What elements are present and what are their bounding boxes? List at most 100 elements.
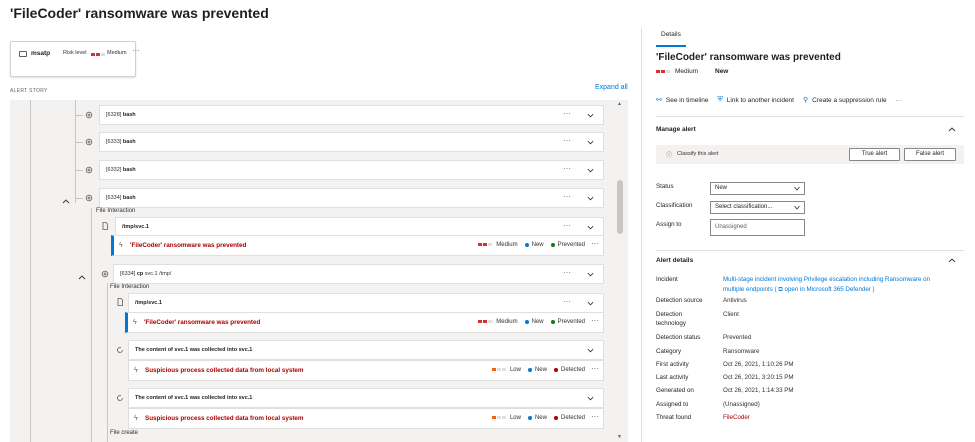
alert-meta: Low New Detected: [491, 415, 585, 421]
collect-icon: [116, 394, 124, 402]
expand-all-link[interactable]: Expand all: [595, 84, 628, 91]
gear-icon: [101, 270, 109, 278]
threat-found-label: Threat found: [656, 414, 692, 421]
story-scrollbar[interactable]: ▲ ▼: [616, 100, 624, 442]
threat-found-value[interactable]: FileCoder: [723, 413, 750, 422]
detection-status-label: Detection status: [656, 334, 701, 341]
alert-details-header[interactable]: Alert details: [656, 257, 693, 264]
event-node[interactable]: The content of svc.1 was collected into …: [128, 340, 604, 360]
status-label: Status: [656, 183, 674, 190]
device-name[interactable]: msatp: [31, 50, 50, 57]
risk-value: Medium: [107, 50, 127, 56]
alert-row[interactable]: ϟ 'FileCoder' ransomware was prevented M…: [125, 312, 604, 333]
chevron-down-icon[interactable]: [587, 271, 594, 278]
assigned-to-label: Assigned to: [656, 401, 689, 408]
action-label: Create a suppression rule: [812, 96, 887, 104]
severity-bars: [656, 68, 671, 75]
event-node[interactable]: The content of svc.1 was collected into …: [128, 388, 604, 408]
process-node[interactable]: [6334] bash ···: [99, 188, 604, 208]
status-dot: [527, 416, 532, 420]
status-dot: [524, 243, 529, 247]
chevron-down-icon: [794, 186, 800, 191]
chevron-down-icon[interactable]: [587, 139, 594, 146]
collapse-caret-icon[interactable]: [78, 274, 86, 280]
alert-title[interactable]: Suspicious process collected data from l…: [145, 415, 304, 422]
classification-select[interactable]: Select classification...: [710, 201, 805, 214]
chevron-down-icon[interactable]: [587, 167, 594, 174]
see-in-timeline-button[interactable]: ⚯ See in timeline: [656, 96, 709, 105]
alert-determination: Detected: [560, 367, 585, 373]
collapse-caret-icon[interactable]: [948, 257, 956, 263]
chevron-down-icon[interactable]: [587, 195, 594, 202]
process-label: [6332] bash: [106, 167, 136, 173]
classification-label: Classification: [656, 202, 693, 209]
collapse-caret-icon[interactable]: [62, 198, 70, 204]
more-options-icon[interactable]: ···: [563, 109, 571, 118]
section-label: File Interaction: [96, 208, 136, 214]
process-node[interactable]: [6332] bash ···: [99, 160, 604, 180]
generated-on-value: Oct 26, 2021, 1:14:33 PM: [723, 387, 794, 394]
false-alert-button[interactable]: False alert: [904, 148, 956, 161]
action-bar: ⚯ See in timeline ⛨ Link to another incide…: [656, 96, 911, 104]
alert-row[interactable]: ϟ 'FileCoder' ransomware was prevented M…: [111, 235, 604, 256]
device-card[interactable]: msatp Risk level Medium ···: [10, 41, 140, 77]
status-dot: [527, 368, 532, 372]
more-options-icon[interactable]: ···: [591, 316, 599, 325]
scroll-thumb[interactable]: [617, 180, 623, 234]
alert-lightning-icon: ϟ: [134, 367, 138, 374]
detection-technology-value: Client: [723, 311, 739, 318]
more-options-icon[interactable]: ···: [563, 297, 571, 306]
laptop-icon: [19, 51, 27, 57]
alert-row[interactable]: ϟ Suspicious process collected data from…: [128, 360, 604, 381]
alert-severity: Low: [509, 415, 521, 421]
tab-details[interactable]: Details: [661, 31, 681, 38]
alert-title[interactable]: 'FileCoder' ransomware was prevented: [144, 319, 260, 326]
chevron-down-icon[interactable]: [587, 112, 594, 119]
scroll-up-icon[interactable]: ▲: [617, 101, 622, 107]
process-node[interactable]: [6333] bash ···: [99, 132, 604, 152]
gear-icon: [85, 111, 93, 119]
true-alert-button[interactable]: True alert: [849, 148, 900, 161]
link-incident-button[interactable]: ⛨ Link to another incident: [718, 96, 794, 104]
alert-title[interactable]: 'FileCoder' ransomware was prevented: [130, 242, 246, 249]
more-actions-icon[interactable]: ···: [896, 97, 903, 104]
more-options-icon[interactable]: ···: [563, 268, 571, 277]
more-options-icon[interactable]: ···: [132, 46, 140, 55]
section-label: File create: [110, 430, 139, 436]
more-options-icon[interactable]: ···: [563, 221, 571, 230]
status-select[interactable]: New: [710, 182, 805, 195]
details-pane: Details 'FileCoder' ransomware was preve…: [641, 28, 975, 442]
classify-text: Classify this alert: [677, 151, 719, 157]
more-options-icon[interactable]: ···: [563, 136, 571, 145]
process-node[interactable]: [6334] cp svc.1 /tmp/ ···: [113, 264, 604, 284]
category-label: Category: [656, 348, 682, 355]
first-activity-value: Oct 26, 2021, 1:10:26 PM: [723, 361, 794, 368]
alert-row[interactable]: ϟ Suspicious process collected data from…: [128, 408, 604, 429]
incident-link-cont[interactable]: multiple endpoints ( ⧉ open in Microsoft…: [723, 285, 875, 294]
alert-determination: Prevented: [557, 242, 585, 248]
first-activity-label: First activity: [656, 361, 689, 368]
chevron-down-icon[interactable]: [587, 347, 594, 354]
detection-status-value: Prevented: [723, 334, 752, 341]
more-options-icon[interactable]: ···: [563, 192, 571, 201]
chevron-down-icon[interactable]: [587, 395, 594, 402]
risk-label: Risk level: [63, 50, 87, 56]
collapse-caret-icon[interactable]: [948, 126, 956, 132]
more-options-icon[interactable]: ···: [591, 412, 599, 421]
assign-input[interactable]: Unassigned: [710, 219, 805, 236]
file-node[interactable]: /tmp/svc.1 ···: [128, 293, 604, 313]
more-options-icon[interactable]: ···: [591, 364, 599, 373]
details-status: New: [715, 68, 729, 75]
chevron-down-icon[interactable]: [587, 300, 594, 307]
process-node[interactable]: [6328] bash ···: [99, 105, 604, 125]
suppression-rule-button[interactable]: ⚲ Create a suppression rule: [803, 96, 887, 105]
scroll-down-icon[interactable]: ▼: [617, 434, 622, 440]
manage-alert-header[interactable]: Manage alert: [656, 126, 696, 133]
alert-story-label: ALERT STORY: [10, 88, 48, 94]
file-node[interactable]: /tmp/svc.1 ···: [115, 217, 604, 237]
more-options-icon[interactable]: ···: [591, 239, 599, 248]
incident-link[interactable]: Multi-stage incident involving Privilege…: [723, 275, 930, 284]
alert-title[interactable]: Suspicious process collected data from l…: [145, 367, 304, 374]
more-options-icon[interactable]: ···: [563, 164, 571, 173]
chevron-down-icon[interactable]: [587, 224, 594, 231]
